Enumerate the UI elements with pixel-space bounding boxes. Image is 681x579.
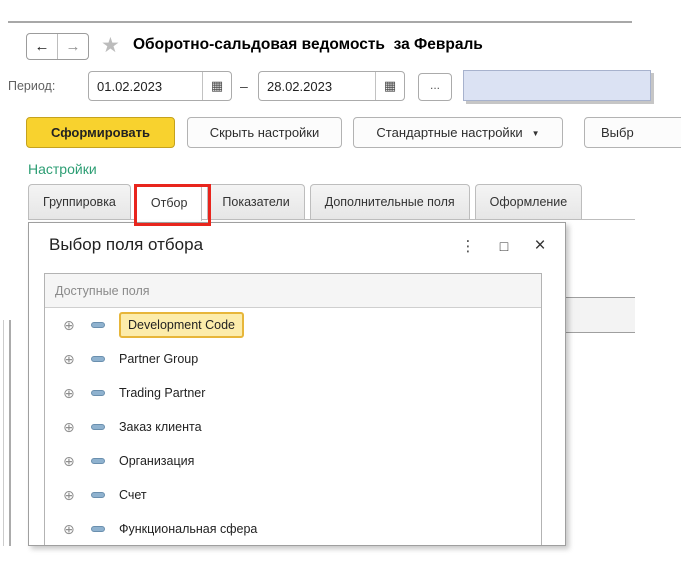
chevron-down-icon: ▼	[532, 127, 540, 138]
expand-plus-icon[interactable]: ⊕	[63, 453, 81, 470]
settings-tab-bar: Группировка Отбор Показатели Дополнитель…	[28, 184, 582, 221]
background-panel-border	[9, 320, 11, 546]
tab-grouping[interactable]: Группировка	[28, 184, 131, 219]
field-row[interactable]: ⊕ Организация	[45, 444, 541, 478]
standard-settings-label: Стандартные настройки	[376, 125, 522, 140]
period-from-field[interactable]: 01.02.2023 ▦	[88, 71, 232, 101]
field-label: Development Code	[119, 312, 244, 338]
forward-arrow-icon: →	[66, 38, 81, 55]
period-to-field[interactable]: 28.02.2023 ▦	[258, 71, 405, 101]
tab-additional-fields[interactable]: Дополнительные поля	[310, 184, 470, 219]
period-more-button[interactable]: ...	[418, 73, 452, 101]
expand-plus-icon[interactable]: ⊕	[63, 521, 81, 538]
expand-plus-icon[interactable]: ⊕	[63, 317, 81, 334]
background-panel-header	[564, 297, 635, 333]
standard-settings-button[interactable]: Стандартные настройки ▼	[353, 117, 563, 148]
close-icon[interactable]: ×	[531, 236, 549, 256]
expand-plus-icon[interactable]: ⊕	[63, 487, 81, 504]
field-row[interactable]: ⊕ Счет	[45, 478, 541, 512]
field-label: Partner Group	[119, 352, 198, 366]
kebab-menu-icon[interactable]: ⋮	[459, 236, 477, 256]
field-type-icon	[91, 424, 105, 430]
field-type-icon	[91, 492, 105, 498]
field-type-icon	[91, 458, 105, 464]
period-separator: –	[240, 78, 248, 94]
calendar-icon[interactable]: ▦	[375, 72, 404, 100]
list-column-header: Доступные поля	[45, 274, 541, 308]
dialog-title: Выбор поля отбора	[49, 235, 203, 255]
tab-formatting[interactable]: Оформление	[475, 184, 583, 219]
field-type-icon	[91, 356, 105, 362]
back-button[interactable]: ←	[27, 34, 58, 59]
back-arrow-icon: ←	[35, 38, 50, 55]
expand-plus-icon[interactable]: ⊕	[63, 419, 81, 436]
favorite-star-icon[interactable]: ★	[101, 33, 120, 58]
field-type-icon	[91, 322, 105, 328]
settings-section-label: Настройки	[28, 161, 97, 177]
field-selection-dialog: Выбор поля отбора ⋮ □ × Доступные поля ⊕…	[28, 222, 566, 546]
field-label: Функциональная сфера	[119, 522, 257, 536]
history-nav: ← →	[26, 33, 89, 60]
annotation-red-box	[134, 184, 211, 226]
empty-highlighted-field[interactable]	[463, 70, 651, 101]
app-window: ← → ★ Оборотно-сальдовая ведомость за Фе…	[0, 0, 681, 579]
expand-plus-icon[interactable]: ⊕	[63, 351, 81, 368]
field-label: Заказ клиента	[119, 420, 202, 434]
field-label: Организация	[119, 454, 194, 468]
field-row[interactable]: ⊕ Partner Group	[45, 342, 541, 376]
calendar-icon[interactable]: ▦	[202, 72, 231, 100]
field-type-icon	[91, 526, 105, 532]
maximize-icon[interactable]: □	[495, 236, 513, 256]
select-button-partial[interactable]: Выбр	[584, 117, 681, 148]
field-label: Счет	[119, 488, 147, 502]
top-divider	[8, 21, 632, 23]
period-to-value[interactable]: 28.02.2023	[259, 72, 375, 100]
background-panel-edge	[3, 320, 4, 546]
field-row[interactable]: ⊕ Функциональная сфера	[45, 512, 541, 546]
tab-indicators[interactable]: Показатели	[207, 184, 304, 219]
forward-button[interactable]: →	[58, 34, 88, 59]
period-from-value[interactable]: 01.02.2023	[89, 72, 202, 100]
field-row[interactable]: ⊕ Заказ клиента	[45, 410, 541, 444]
page-title: Оборотно-сальдовая ведомость за Февраль	[133, 36, 483, 54]
field-type-icon	[91, 390, 105, 396]
period-label: Период:	[8, 79, 55, 93]
available-fields-list: Доступные поля ⊕ Development Code ⊕ Part…	[44, 273, 542, 546]
field-row[interactable]: ⊕ Development Code	[45, 308, 541, 342]
field-row[interactable]: ⊕ Trading Partner	[45, 376, 541, 410]
hide-settings-button[interactable]: Скрыть настройки	[187, 117, 342, 148]
generate-button[interactable]: Сформировать	[26, 117, 175, 148]
expand-plus-icon[interactable]: ⊕	[63, 385, 81, 402]
field-label: Trading Partner	[119, 386, 205, 400]
